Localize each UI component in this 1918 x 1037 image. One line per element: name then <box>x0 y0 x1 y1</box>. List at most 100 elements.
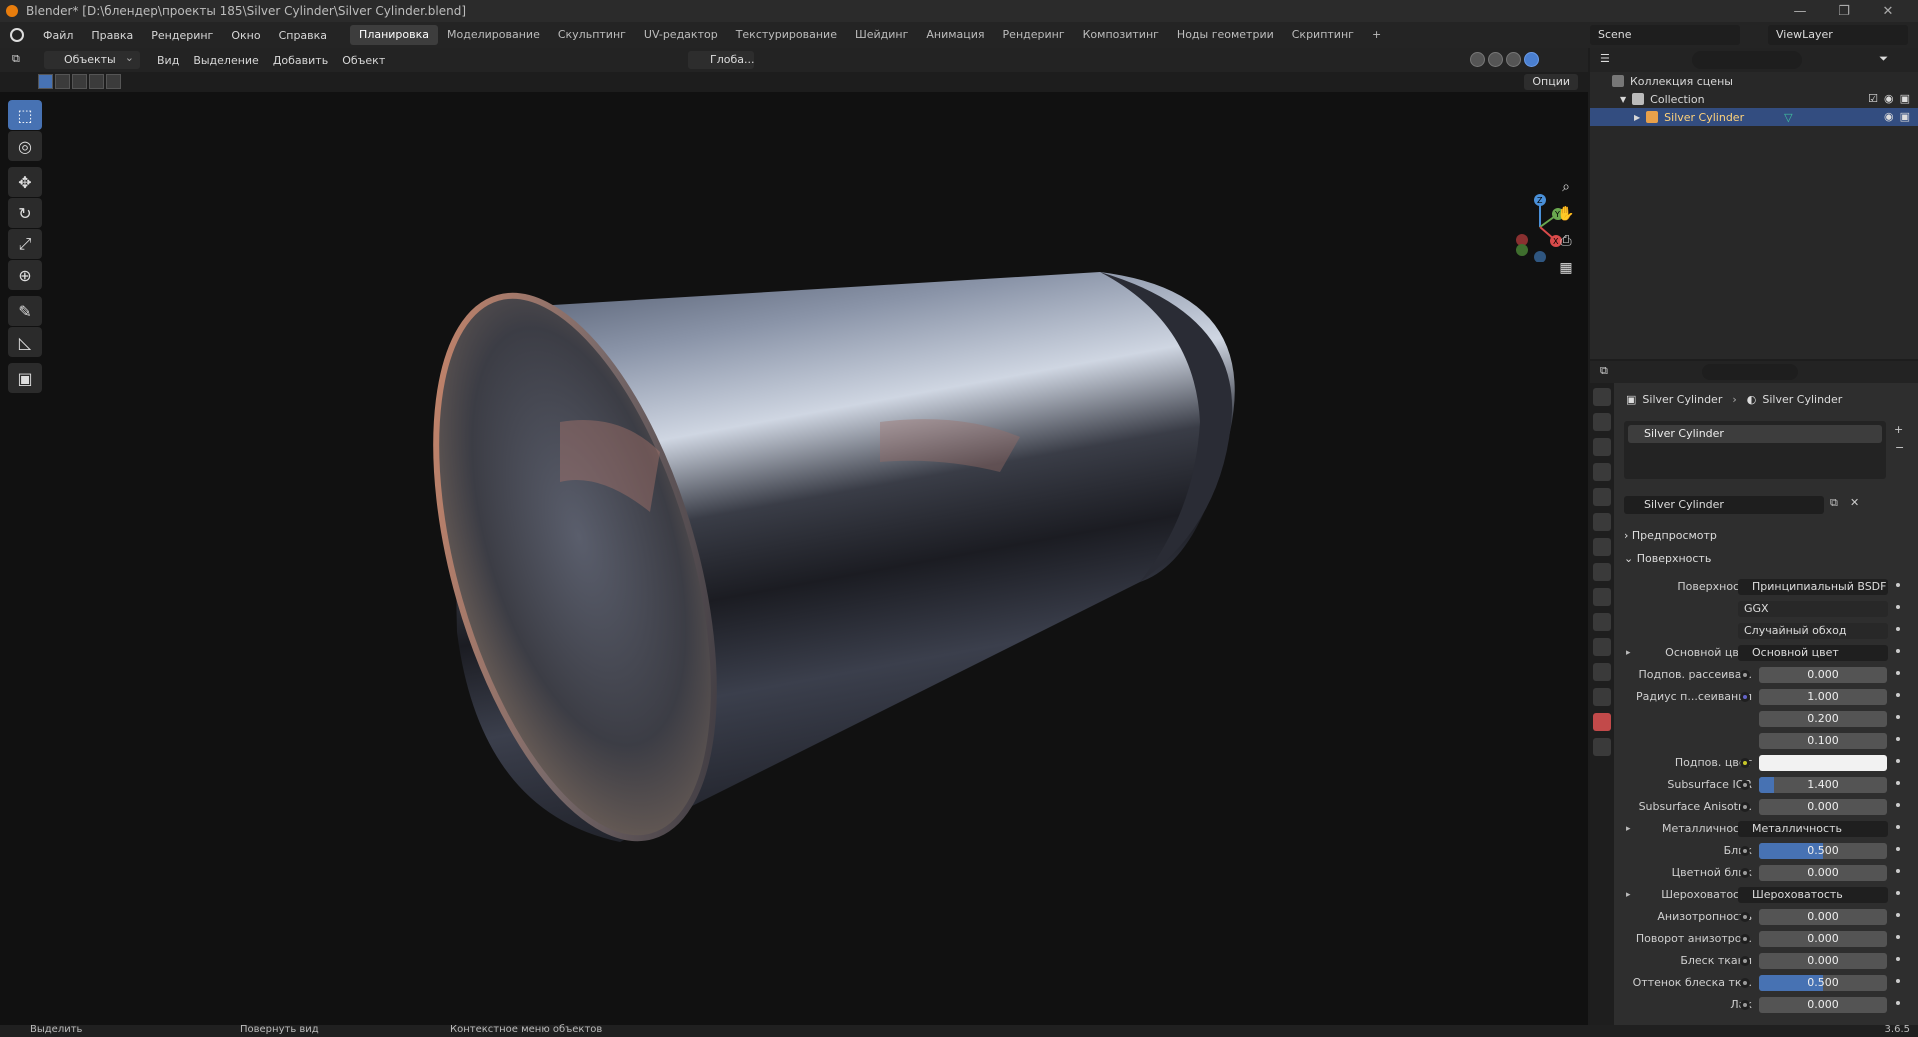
property-value-field[interactable]: 0.000 <box>1759 667 1887 683</box>
solid-shading-button[interactable] <box>1488 52 1503 67</box>
scale-tool[interactable]: ⤢ <box>8 229 42 259</box>
menu-help[interactable]: Справка <box>270 29 336 42</box>
add-cube-tool[interactable]: ▣ <box>8 363 42 393</box>
material-tab-icon[interactable] <box>1593 713 1611 731</box>
rotate-tool[interactable]: ↻ <box>8 198 42 228</box>
collection-tab-icon[interactable] <box>1593 538 1611 556</box>
keyframe-dot-icon[interactable] <box>1896 913 1900 917</box>
cursor-tool[interactable]: ◎ <box>8 131 42 161</box>
annotate-tool[interactable]: ✎ <box>8 296 42 326</box>
tab-uv-editing[interactable]: UV-редактор <box>635 25 727 45</box>
keyframe-dot-icon[interactable] <box>1896 671 1900 675</box>
keyframe-dot-icon[interactable] <box>1896 759 1900 763</box>
tab-compositing[interactable]: Композитинг <box>1074 25 1168 45</box>
tab-shading[interactable]: Шейдинг <box>846 25 917 45</box>
outliner-editor-type-icon[interactable]: ☰ <box>1600 52 1610 65</box>
outliner-search-input[interactable] <box>1692 51 1802 69</box>
keyframe-dot-icon[interactable] <box>1896 847 1900 851</box>
property-value-field[interactable]: 0.000 <box>1759 931 1887 947</box>
menu-object[interactable]: Объект <box>335 54 392 67</box>
material-shading-button[interactable] <box>1506 52 1521 67</box>
property-value-field[interactable]: 0.500 <box>1759 843 1887 859</box>
rendered-shading-button[interactable] <box>1524 52 1539 67</box>
transform-tool[interactable]: ⊕ <box>8 260 42 290</box>
select-intersect-button[interactable] <box>106 74 121 89</box>
particles-tab-icon[interactable] <box>1593 613 1611 631</box>
socket-icon[interactable] <box>1740 802 1750 812</box>
property-value-field[interactable]: 0.000 <box>1759 997 1887 1013</box>
panel-preview[interactable]: › Предпросмотр <box>1624 526 1914 546</box>
expand-arrow-icon[interactable]: ▸ <box>1626 820 1631 838</box>
menu-edit[interactable]: Правка <box>82 29 142 42</box>
keyframe-dot-icon[interactable] <box>1896 781 1900 785</box>
tab-texture-paint[interactable]: Текстурирование <box>727 25 846 45</box>
physics-tab-icon[interactable] <box>1593 638 1611 656</box>
material-name-field[interactable]: Silver Cylinder <box>1624 496 1824 514</box>
menu-add[interactable]: Добавить <box>266 54 335 67</box>
property-value-field[interactable]: 0.000 <box>1759 953 1887 969</box>
mesh-data-icon[interactable]: ▽ <box>1784 111 1792 124</box>
modifier-tab-icon[interactable] <box>1593 588 1611 606</box>
expand-arrow-icon[interactable]: ▼ <box>1620 95 1626 104</box>
camera-icon[interactable]: ▣ <box>1900 110 1910 123</box>
data-tab-icon[interactable] <box>1593 688 1611 706</box>
blender-menu-icon[interactable] <box>10 28 24 42</box>
camera-view-icon[interactable]: ⎙ <box>1554 229 1578 253</box>
property-value-field[interactable]: 1.400 <box>1759 777 1887 793</box>
texture-tab-icon[interactable] <box>1593 738 1611 756</box>
expand-arrow-icon[interactable]: ▸ <box>1626 886 1631 904</box>
tab-layout[interactable]: Планировка <box>350 25 439 45</box>
property-value-field[interactable]: 0.100 <box>1759 733 1887 749</box>
property-dropdown[interactable]: GGX <box>1738 601 1888 617</box>
eye-icon[interactable]: ◉ <box>1884 110 1894 123</box>
expand-arrow-icon[interactable]: ▶ <box>1634 113 1640 122</box>
object-mode-dropdown[interactable]: Объекты <box>44 49 140 69</box>
keyframe-dot-icon[interactable] <box>1896 891 1900 895</box>
grid-view-icon[interactable]: ▦ <box>1554 256 1578 280</box>
socket-icon[interactable] <box>1740 846 1750 856</box>
maximize-button[interactable]: ❐ <box>1822 0 1866 22</box>
new-material-icon[interactable]: ⧉ <box>1830 496 1838 510</box>
select-extend-button[interactable] <box>55 74 70 89</box>
linked-node-field[interactable]: Основной цвет <box>1738 645 1888 661</box>
scene-tab-icon[interactable] <box>1593 488 1611 506</box>
scene-selector[interactable]: Scene <box>1590 25 1740 45</box>
property-value-field[interactable]: 0.000 <box>1759 799 1887 815</box>
keyframe-dot-icon[interactable] <box>1896 935 1900 939</box>
keyframe-dot-icon[interactable] <box>1896 715 1900 719</box>
properties-editor-type-icon[interactable]: ⧉ <box>1600 364 1608 378</box>
menu-render[interactable]: Рендеринг <box>142 29 222 42</box>
outliner-filter-icon[interactable]: ⏷ <box>1879 52 1888 66</box>
keyframe-dot-icon[interactable] <box>1896 957 1900 961</box>
menu-view[interactable]: Вид <box>150 54 186 67</box>
eye-icon[interactable]: ◉ <box>1884 92 1894 105</box>
tab-animation[interactable]: Анимация <box>917 25 993 45</box>
wireframe-shading-button[interactable] <box>1470 52 1485 67</box>
slot-add-button[interactable]: + <box>1894 423 1903 436</box>
properties-search-input[interactable] <box>1702 364 1798 380</box>
view-layer-selector[interactable]: ViewLayer <box>1768 25 1908 45</box>
move-tool[interactable]: ✥ <box>8 167 42 197</box>
slot-remove-button[interactable]: − <box>1895 441 1904 454</box>
keyframe-dot-icon[interactable] <box>1896 583 1900 587</box>
close-button[interactable]: ✕ <box>1866 0 1910 22</box>
select-box-tool[interactable]: ⬚ <box>8 100 42 130</box>
measure-tool[interactable]: ◺ <box>8 327 42 357</box>
keyframe-dot-icon[interactable] <box>1896 1001 1900 1005</box>
socket-icon[interactable] <box>1740 978 1750 988</box>
world-tab-icon[interactable] <box>1593 513 1611 531</box>
panel-surface[interactable]: ⌄ Поверхность <box>1624 549 1914 569</box>
keyframe-dot-icon[interactable] <box>1896 737 1900 741</box>
property-value-field[interactable]: 0.200 <box>1759 711 1887 727</box>
tab-rendering[interactable]: Рендеринг <box>994 25 1074 45</box>
socket-icon[interactable] <box>1740 912 1750 922</box>
material-slot-item[interactable]: Silver Cylinder <box>1628 425 1882 443</box>
linked-node-field[interactable]: Металличность <box>1738 821 1888 837</box>
property-value-field[interactable]: 0.000 <box>1759 909 1887 925</box>
zoom-icon[interactable]: ⌕ <box>1554 175 1578 199</box>
socket-icon[interactable] <box>1740 868 1750 878</box>
socket-icon[interactable] <box>1740 1000 1750 1010</box>
expand-arrow-icon[interactable]: ▸ <box>1626 644 1631 662</box>
keyframe-dot-icon[interactable] <box>1896 803 1900 807</box>
keyframe-dot-icon[interactable] <box>1896 649 1900 653</box>
